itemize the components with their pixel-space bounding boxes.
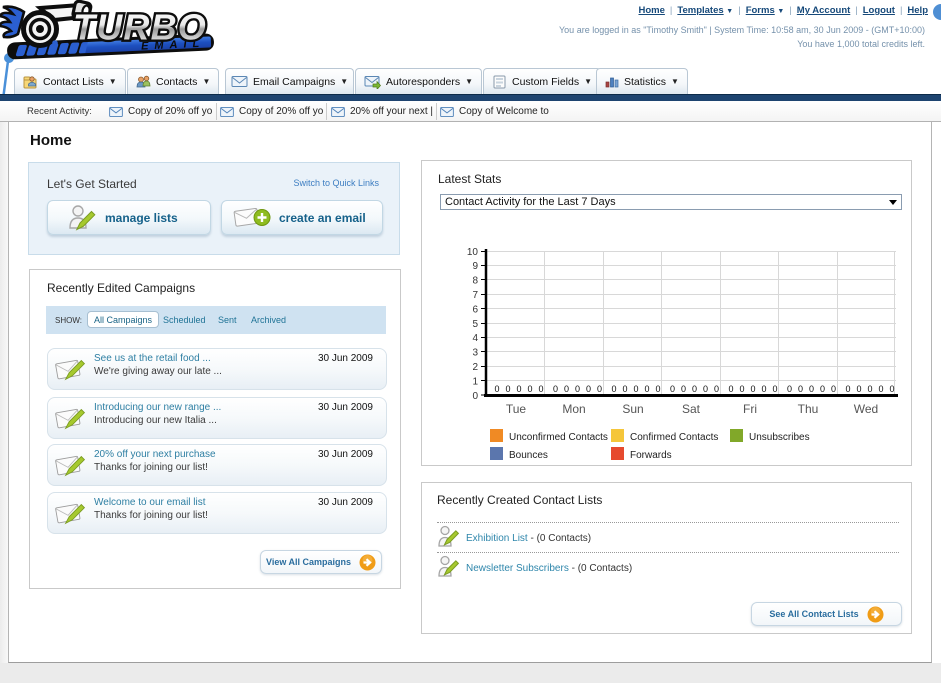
- svg-text:Wed: Wed: [854, 402, 878, 416]
- svg-text:7: 7: [472, 290, 478, 301]
- svg-text:0: 0: [527, 384, 532, 394]
- svg-text:0: 0: [505, 384, 510, 394]
- svg-text:4: 4: [472, 333, 478, 344]
- svg-text:8: 8: [472, 276, 478, 287]
- svg-text:Sun: Sun: [622, 402, 643, 416]
- svg-text:3: 3: [472, 348, 478, 359]
- svg-text:0: 0: [494, 384, 499, 394]
- svg-text:Thu: Thu: [798, 402, 819, 416]
- svg-text:Confirmed Contacts: Confirmed Contacts: [630, 432, 718, 443]
- svg-text:0: 0: [516, 384, 521, 394]
- svg-text:1: 1: [472, 377, 478, 388]
- svg-text:Fri: Fri: [743, 402, 757, 416]
- svg-text:10: 10: [467, 247, 479, 258]
- svg-text:9: 9: [472, 261, 478, 272]
- svg-text:0: 0: [538, 384, 543, 394]
- svg-text:5: 5: [472, 319, 478, 330]
- svg-text:2: 2: [472, 362, 478, 373]
- svg-text:Unconfirmed Contacts: Unconfirmed Contacts: [509, 432, 608, 443]
- svg-text:TURBO: TURBO: [73, 7, 207, 48]
- svg-text:6: 6: [472, 305, 478, 316]
- svg-text:Bounces: Bounces: [509, 450, 548, 461]
- svg-text:0: 0: [472, 391, 478, 402]
- svg-text:Mon: Mon: [562, 402, 585, 416]
- svg-text:Tue: Tue: [506, 402, 527, 416]
- svg-text:Forwards: Forwards: [630, 450, 672, 461]
- svg-text:Sat: Sat: [682, 402, 701, 416]
- svg-text:Unsubscribes: Unsubscribes: [749, 432, 810, 443]
